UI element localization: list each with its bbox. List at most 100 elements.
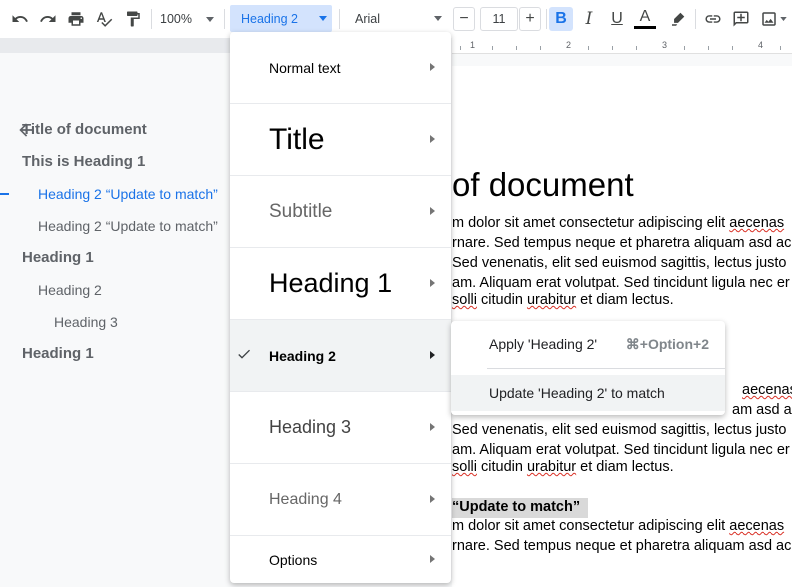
submenu-divider: [487, 368, 725, 369]
chevron-down-icon: [319, 16, 327, 21]
paragraph-line: Sed venenatis, elit sed euismod sagittis…: [452, 255, 787, 271]
ruler-tick: [492, 46, 493, 50]
toolbar-divider: [695, 9, 696, 29]
bold-button[interactable]: B: [549, 7, 573, 31]
paragraph-style-value: Heading 2: [241, 11, 298, 26]
zoom-value: 100%: [160, 12, 192, 26]
document-title-text: of document: [452, 166, 634, 203]
menu-item-label: Subtitle: [269, 200, 333, 222]
paragraph-line: am asd ac: [732, 402, 792, 418]
outline-item-heading-1[interactable]: Heading 1: [22, 345, 94, 362]
menu-item-heading-2[interactable]: Heading 2: [230, 320, 451, 392]
menu-item-label: Title: [269, 122, 325, 156]
paragraph-line: m dolor sit amet consectetur adipiscing …: [452, 518, 785, 534]
update-heading-2-label: Update 'Heading 2' to match: [489, 385, 665, 401]
spellcheck-icon[interactable]: [92, 7, 116, 31]
ruler-number: 4: [758, 40, 764, 50]
google-docs-window: 100% Heading 2 Arial − 11 + B I U A Titl…: [0, 0, 792, 587]
bold-icon: B: [555, 10, 567, 27]
apply-heading-2-item[interactable]: Apply 'Heading 2' ⌘+Option+2: [451, 326, 725, 362]
link-icon: [705, 15, 721, 23]
font-select[interactable]: Arial: [344, 7, 446, 31]
underline-button[interactable]: U: [605, 7, 629, 31]
highlight-icon: [672, 12, 685, 26]
paragraph-line: solli citudin urabitur et diam lectus.: [452, 459, 674, 475]
insert-link-button[interactable]: [701, 7, 725, 31]
paragraph-line: aecenas: [742, 382, 792, 398]
undo-icon[interactable]: [8, 7, 32, 31]
submenu-arrow-icon: [430, 206, 435, 215]
chevron-down-icon: [779, 17, 787, 21]
outline-item-title[interactable]: Title of document: [22, 121, 147, 138]
menu-item-subtitle[interactable]: Subtitle: [230, 176, 451, 248]
font-value: Arial: [355, 12, 381, 26]
paragraph-line: rnare. Sed tempus neque et pharetra aliq…: [452, 538, 792, 554]
minus-icon: −: [459, 10, 469, 27]
italic-button[interactable]: I: [577, 7, 601, 31]
submenu-arrow-icon: [430, 62, 435, 71]
submenu-arrow-icon: [430, 350, 435, 359]
menu-item-label: Options: [269, 551, 318, 568]
toolbar-divider: [224, 9, 225, 29]
image-icon: [761, 12, 776, 26]
outline-item-heading-2-active[interactable]: Heading 2 “Update to match”: [38, 186, 218, 202]
paragraph-line: rnare. Sed tempus neque et pharetra aliq…: [452, 235, 792, 251]
ruler-tick: [780, 46, 781, 50]
font-size-input[interactable]: 11: [480, 7, 518, 31]
outline-item-heading-3[interactable]: Heading 3: [54, 314, 118, 330]
toolbar-divider: [339, 9, 340, 29]
text-color-swatch: [634, 26, 656, 29]
update-heading-2-to-match-item[interactable]: Update 'Heading 2' to match: [451, 375, 725, 411]
print-icon[interactable]: [64, 7, 88, 31]
ruler-tick: [612, 46, 613, 50]
ruler-number: 2: [566, 40, 572, 50]
menu-item-title[interactable]: Title: [230, 104, 451, 176]
highlight-button[interactable]: [666, 7, 690, 31]
submenu-arrow-icon: [430, 422, 435, 431]
text-color-button[interactable]: A: [633, 7, 657, 31]
plus-icon: +: [525, 10, 535, 27]
submenu-arrow-icon: [430, 494, 435, 503]
ruler-tick: [588, 46, 589, 50]
outline-item-heading-1[interactable]: This is Heading 1: [22, 153, 145, 170]
submenu-arrow-icon: [430, 134, 435, 143]
ruler-tick: [684, 46, 685, 50]
ruler-tick: [636, 46, 637, 50]
insert-image-button[interactable]: [757, 7, 789, 31]
menu-item-label: Heading 3: [269, 417, 352, 437]
outline-item-heading-2[interactable]: Heading 2 “Update to match”: [38, 218, 218, 234]
menu-item-heading-1[interactable]: Heading 1: [230, 248, 451, 320]
redo-icon[interactable]: [36, 7, 60, 31]
active-heading-marker: [0, 193, 9, 195]
underline-icon: U: [611, 10, 623, 27]
ruler-number: 3: [662, 40, 668, 50]
chevron-down-icon: [205, 16, 214, 22]
font-size-decrease-button[interactable]: −: [453, 7, 475, 31]
menu-item-heading-3[interactable]: Heading 3: [230, 392, 451, 464]
paragraph-line: Sed venenatis, elit sed euismod sagittis…: [452, 422, 787, 438]
horizontal-ruler[interactable]: 1 2 3 4: [452, 38, 792, 54]
selected-heading-text: “Update to match”: [452, 498, 589, 518]
zoom-select[interactable]: 100%: [160, 7, 220, 31]
menu-item-options[interactable]: Options: [230, 536, 451, 583]
paint-format-icon[interactable]: [121, 7, 145, 31]
menu-item-label: Normal text: [269, 59, 341, 76]
apply-heading-2-label: Apply 'Heading 2': [489, 336, 598, 352]
menu-item-heading-4[interactable]: Heading 4: [230, 464, 451, 536]
toolbar-divider: [151, 9, 152, 29]
menu-item-normal-text[interactable]: Normal text: [230, 32, 451, 104]
toolbar-divider: [546, 9, 547, 29]
paragraph-line: solli citudin urabitur et diam lectus.: [452, 292, 674, 308]
submenu-arrow-icon: [430, 278, 435, 287]
menu-item-label: Heading 1: [269, 268, 393, 298]
outline-item-heading-1[interactable]: Heading 1: [22, 249, 94, 266]
add-comment-button[interactable]: [729, 7, 753, 31]
ruler-tick: [460, 46, 461, 50]
comment-icon: [733, 11, 749, 27]
font-size-increase-button[interactable]: +: [519, 7, 541, 31]
submenu-arrow-icon: [430, 554, 435, 563]
paragraph-style-select[interactable]: Heading 2: [230, 5, 332, 32]
menu-item-label: Heading 4: [269, 490, 342, 508]
outline-item-heading-2[interactable]: Heading 2: [38, 282, 102, 298]
chevron-down-icon: [434, 16, 442, 21]
